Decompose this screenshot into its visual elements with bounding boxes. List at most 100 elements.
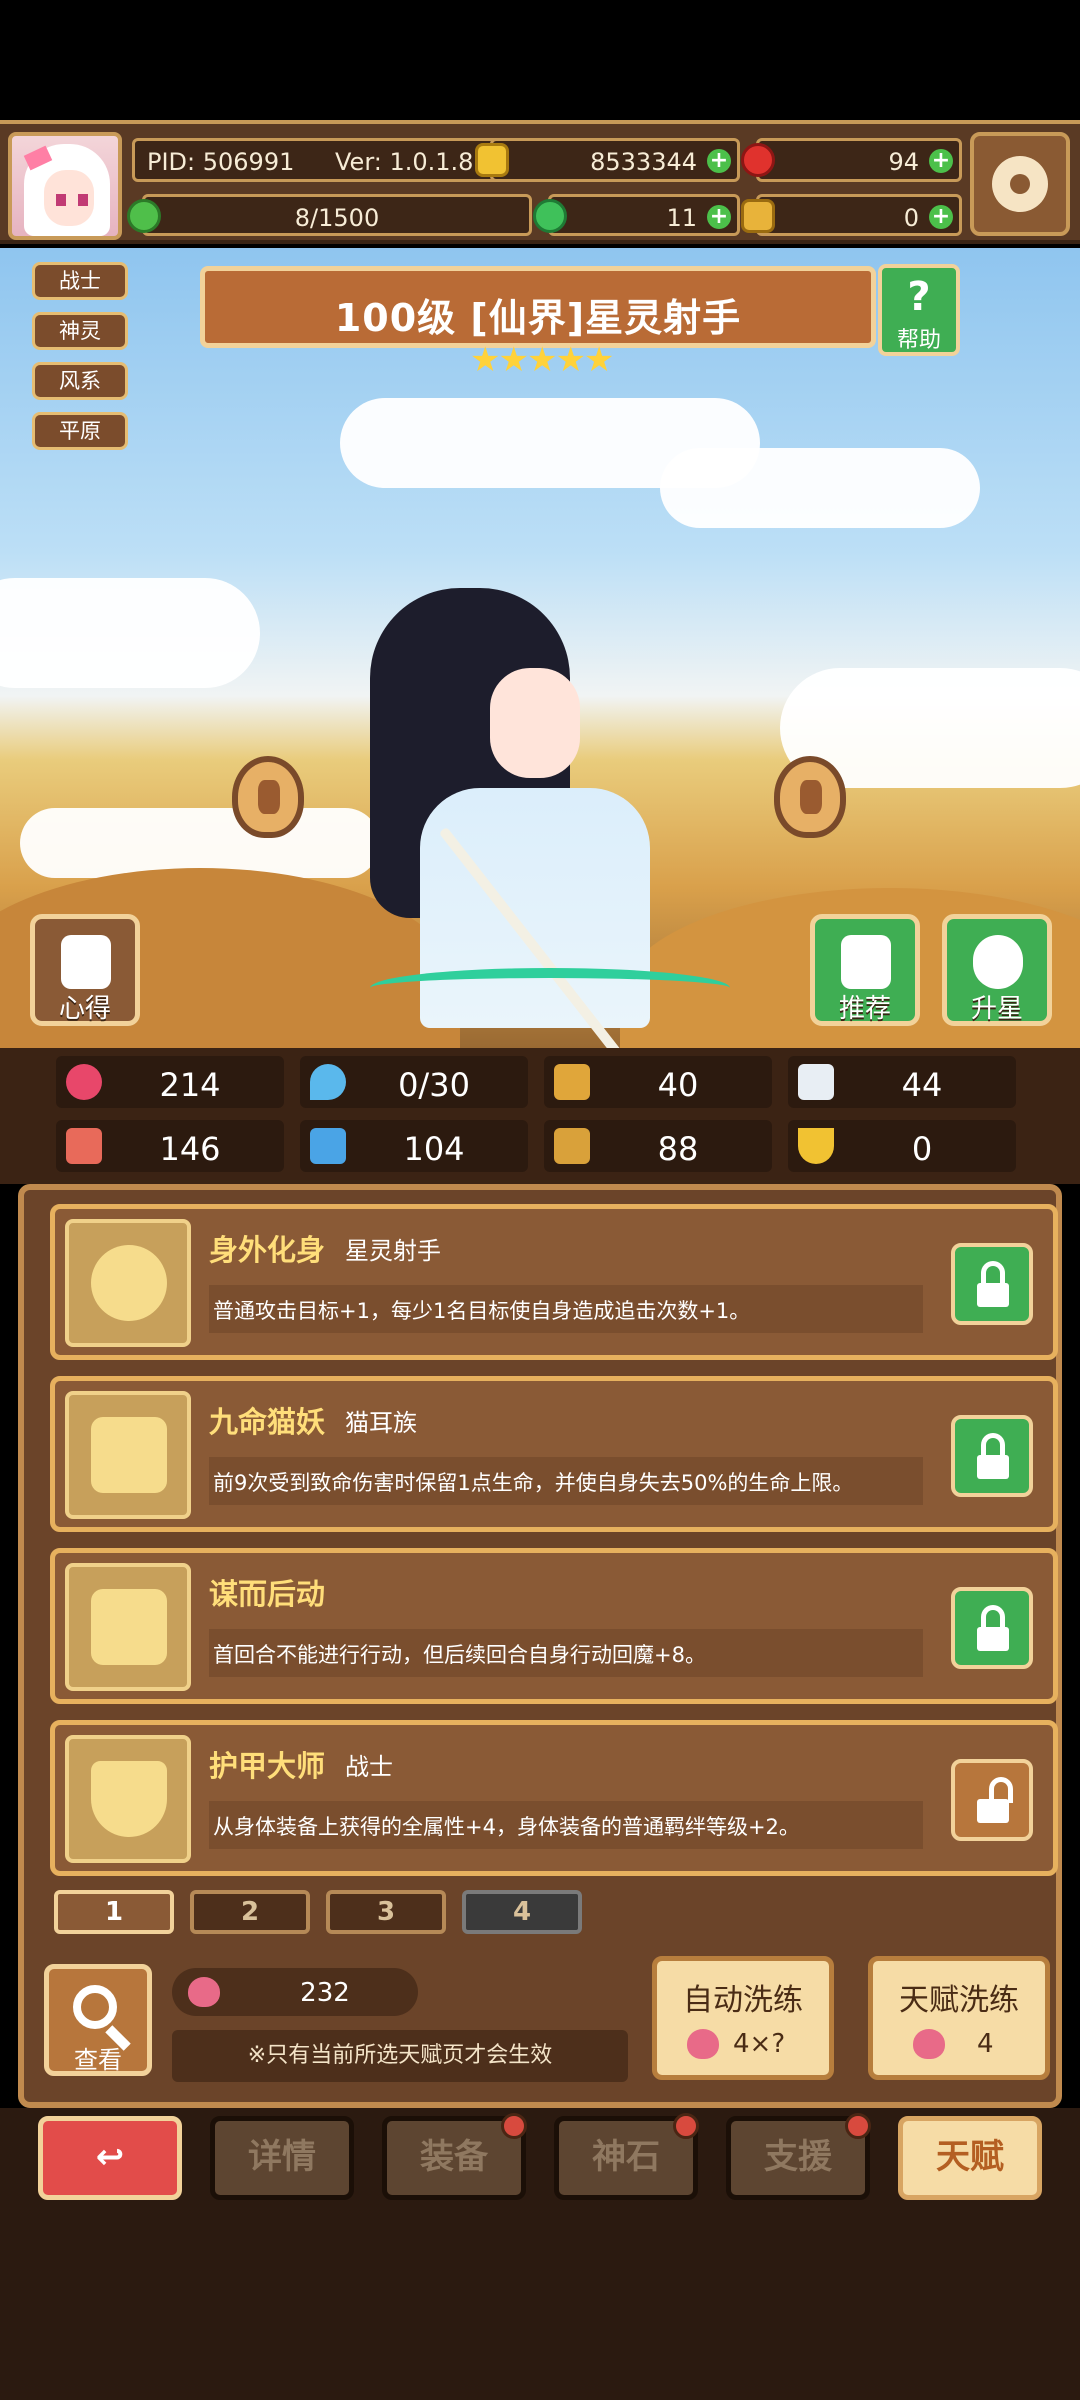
add-clover-button[interactable]: + bbox=[707, 205, 731, 229]
auto-refine-label: 自动洗练 bbox=[683, 1983, 803, 2018]
nav-support[interactable]: 支援 bbox=[726, 2113, 871, 2200]
stat-mana-value: 0/30 bbox=[398, 1066, 470, 1104]
gear-icon bbox=[992, 156, 1048, 212]
auto-refine-button[interactable]: 自动洗练 4×? bbox=[652, 1956, 834, 2080]
hero-tags: 战士 神灵 风系 平原 bbox=[32, 262, 128, 462]
talent-subtitle: 星灵射手 bbox=[345, 1237, 441, 1265]
talent-icon-frame bbox=[65, 1563, 191, 1691]
talent-panel: 身外化身 星灵射手 普通攻击目标+1，每少1名目标使自身造成追击次数+1。 九命… bbox=[18, 1184, 1062, 2108]
lock-icon bbox=[977, 1283, 1009, 1307]
add-gold-button[interactable]: + bbox=[707, 149, 731, 173]
recommend-button[interactable]: 推荐 bbox=[810, 914, 920, 1026]
lock-icon bbox=[977, 1455, 1009, 1479]
talent-unlock-button[interactable] bbox=[951, 1759, 1033, 1841]
hero-title: 100级 [仙界]星灵射手 bbox=[334, 296, 742, 340]
back-button[interactable]: ↩ bbox=[38, 2116, 182, 2200]
add-gem-button[interactable]: + bbox=[929, 149, 953, 173]
energy-bar: 8/1500 bbox=[127, 194, 532, 236]
talent-description: 首回合不能进行行动，但后续回合自身行动回魔+8。 bbox=[209, 1629, 923, 1677]
hero-wind-sash bbox=[370, 968, 730, 1008]
talent-card[interactable]: 护甲大师 战士 从身体装备上获得的全属性+4，身体装备的普通羁绊等级+2。 bbox=[50, 1720, 1058, 1876]
talent-page-tab-3[interactable]: 3 bbox=[326, 1890, 446, 1934]
talent-card[interactable]: 九命猫妖 猫耳族 前9次受到致命伤害时保留1点生命，并使自身失去50%的生命上限… bbox=[50, 1376, 1058, 1532]
peach-icon bbox=[913, 2029, 945, 2059]
nav-details[interactable]: 详情 bbox=[210, 2116, 354, 2200]
nav-equipment[interactable]: 装备 bbox=[382, 2113, 527, 2200]
avatar-eye bbox=[56, 194, 66, 206]
talent-page-tab-1[interactable]: 1 bbox=[54, 1890, 174, 1934]
clover-value: 11 bbox=[666, 204, 697, 232]
prev-hero-button[interactable] bbox=[232, 756, 304, 838]
talent-card[interactable]: 谋而后动 首回合不能进行行动，但后续回合自身行动回魔+8。 bbox=[50, 1548, 1058, 1704]
stat-attack: 146 bbox=[56, 1120, 284, 1172]
unlock-icon bbox=[977, 1799, 1009, 1823]
talent-description: 普通攻击目标+1，每少1名目标使自身造成追击次数+1。 bbox=[209, 1285, 923, 1333]
talent-refine-label: 天赋洗练 bbox=[899, 1983, 1019, 2018]
stat-magic: 104 bbox=[300, 1120, 528, 1172]
upstar-button[interactable]: 升星 bbox=[942, 914, 1052, 1026]
tag-race: 神灵 bbox=[32, 312, 128, 350]
clover-counter: 11 + bbox=[533, 194, 740, 236]
tag-terrain: 平原 bbox=[32, 412, 128, 450]
back-arrow-icon: ↩ bbox=[95, 2137, 125, 2177]
help-button[interactable]: ? 帮助 bbox=[878, 264, 960, 356]
recommend-label: 推荐 bbox=[838, 994, 891, 1024]
stat-magic-value: 104 bbox=[403, 1130, 465, 1168]
notification-dot bbox=[501, 2113, 527, 2139]
talent-lock-button[interactable] bbox=[951, 1415, 1033, 1497]
talent-name: 谋而后动 bbox=[209, 1577, 326, 1611]
character-scene: 战士 神灵 风系 平原 100级 [仙界]星灵射手 ★★★★★ ? 帮助 心得 … bbox=[0, 248, 1080, 1048]
insight-button[interactable]: 心得 bbox=[30, 914, 140, 1026]
peach-icon bbox=[188, 1977, 220, 2007]
book-icon bbox=[310, 1128, 346, 1164]
nav-talent[interactable]: 天赋 bbox=[898, 2116, 1042, 2200]
talent-lock-button[interactable] bbox=[951, 1587, 1033, 1669]
talent-lock-button[interactable] bbox=[951, 1243, 1033, 1325]
stat-luck: 0 bbox=[788, 1120, 1016, 1172]
bottom-background bbox=[0, 2218, 1080, 2400]
stat-armor: 40 bbox=[544, 1056, 772, 1108]
talent-refine-button[interactable]: 天赋洗练 4 bbox=[868, 1956, 1050, 2080]
gold-value: 8533344 bbox=[590, 148, 697, 176]
view-button[interactable]: 查看 bbox=[44, 1964, 152, 2076]
gem-counter: 94 + bbox=[741, 138, 962, 182]
boot-icon bbox=[554, 1128, 590, 1164]
talent-page-tab-4[interactable]: 4 bbox=[462, 1890, 582, 1934]
nav-godstone[interactable]: 神石 bbox=[554, 2113, 699, 2200]
stat-speed-value: 44 bbox=[901, 1066, 943, 1104]
peach-value: 232 bbox=[300, 1978, 350, 2008]
notification-dot bbox=[845, 2113, 871, 2139]
bottom-nav: ↩ 详情 装备 神石 支援 天赋 bbox=[0, 2108, 1080, 2218]
add-bag-button[interactable]: + bbox=[929, 205, 953, 229]
water-drop-icon bbox=[310, 1064, 346, 1100]
talent-description: 前9次受到致命伤害时保留1点生命，并使自身失去50%的生命上限。 bbox=[209, 1457, 923, 1505]
talent-icon-frame bbox=[65, 1735, 191, 1863]
tag-class: 战士 bbox=[32, 262, 128, 300]
bag-counter: 0 + bbox=[741, 194, 962, 236]
cloud bbox=[0, 578, 260, 688]
shield-icon bbox=[554, 1064, 590, 1100]
talent-name: 身外化身 bbox=[209, 1233, 326, 1267]
stat-resist: 88 bbox=[544, 1120, 772, 1172]
talent-page-tab-2[interactable]: 2 bbox=[190, 1890, 310, 1934]
player-avatar[interactable] bbox=[8, 132, 122, 240]
talent-card[interactable]: 身外化身 星灵射手 普通攻击目标+1，每少1名目标使自身造成追击次数+1。 bbox=[50, 1204, 1058, 1360]
talent-icon-frame bbox=[65, 1219, 191, 1347]
game-version: Ver: 1.0.1.8 bbox=[335, 148, 474, 176]
next-hero-button[interactable] bbox=[774, 756, 846, 838]
talent-page-note: ※只有当前所选天赋页才会生效 bbox=[172, 2030, 628, 2082]
bag-value: 0 bbox=[903, 204, 919, 232]
hero-sprite bbox=[330, 528, 750, 1048]
stat-hp: 214 bbox=[56, 1056, 284, 1108]
talent-icon-frame bbox=[65, 1391, 191, 1519]
question-icon: ? bbox=[907, 274, 931, 320]
talent-subtitle: 战士 bbox=[345, 1753, 393, 1781]
talent-description: 从身体装备上获得的全属性+4，身体装备的普通羁绊等级+2。 bbox=[209, 1801, 923, 1849]
money-bag-icon bbox=[741, 199, 775, 233]
cloud bbox=[660, 448, 980, 528]
talent-name: 护甲大师 bbox=[209, 1749, 326, 1783]
pid-version-box: PID: 506991 Ver: 1.0.1.8 bbox=[132, 138, 502, 182]
lock-icon bbox=[977, 1627, 1009, 1651]
view-label: 查看 bbox=[74, 2046, 122, 2074]
settings-button[interactable] bbox=[970, 132, 1070, 236]
